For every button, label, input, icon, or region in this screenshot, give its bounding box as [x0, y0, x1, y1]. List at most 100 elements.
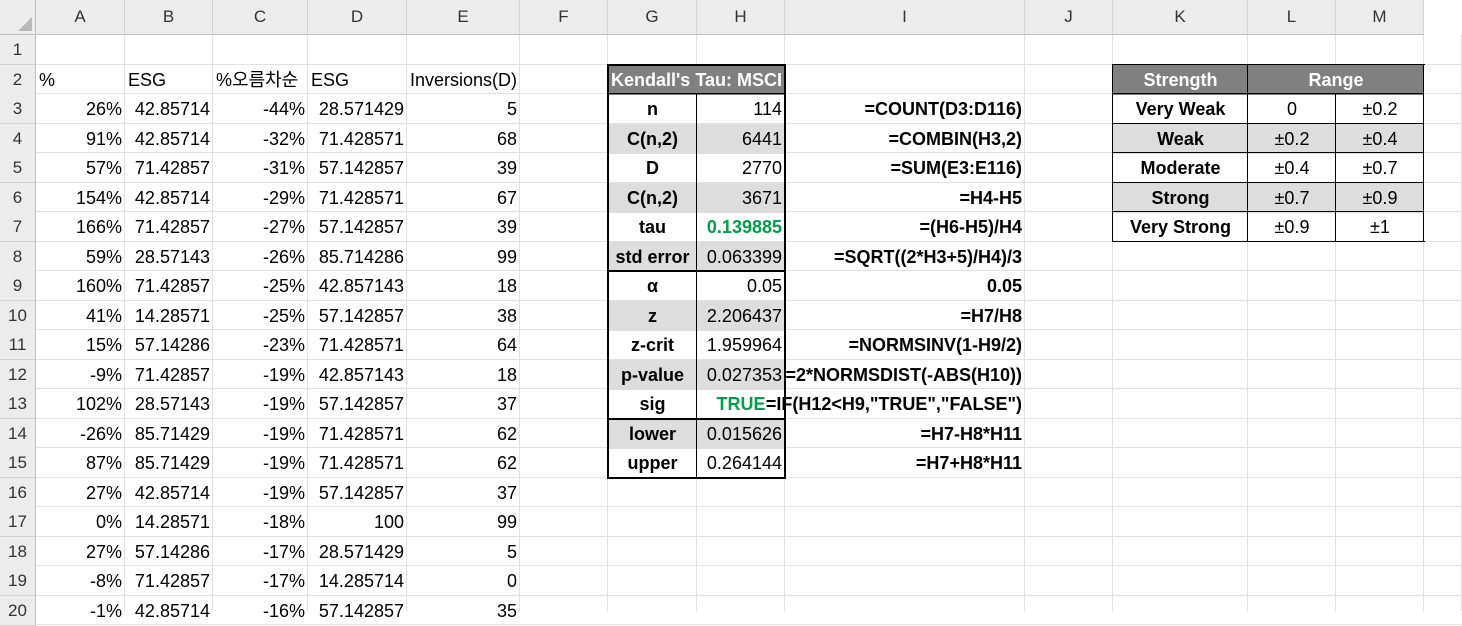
kendall-label[interactable]: std error: [608, 242, 697, 272]
data-cell[interactable]: 99: [407, 507, 520, 537]
column-header-d[interactable]: D: [308, 0, 407, 35]
kendall-label[interactable]: z-crit: [608, 330, 697, 360]
data-cell[interactable]: -17%: [213, 566, 308, 596]
kendall-formula[interactable]: =SQRT((2*H3+5)/H4)/3: [785, 242, 1025, 272]
column-header-m[interactable]: M: [1336, 0, 1424, 35]
data-cell[interactable]: 26%: [36, 94, 125, 124]
data-cell[interactable]: 57%: [36, 153, 125, 183]
row-header-14[interactable]: 14: [0, 419, 36, 449]
data-cell[interactable]: 42.85714: [125, 183, 213, 213]
strength-label[interactable]: Weak: [1113, 124, 1248, 154]
row-header-4[interactable]: 4: [0, 124, 36, 154]
data-cell[interactable]: 57.14286: [125, 537, 213, 567]
cell-b2-header[interactable]: ESG: [125, 65, 213, 95]
range-low[interactable]: ±0.2: [1248, 124, 1336, 154]
data-cell[interactable]: 38: [407, 301, 520, 331]
row-header-20[interactable]: 20: [0, 596, 36, 626]
kendall-formula[interactable]: =(H6-H5)/H4: [785, 212, 1025, 242]
data-cell[interactable]: -26%: [36, 419, 125, 449]
kendall-label[interactable]: D: [608, 153, 697, 183]
column-header-f[interactable]: F: [520, 0, 608, 35]
data-cell[interactable]: 57.142857: [308, 212, 407, 242]
range-high[interactable]: ±0.9: [1336, 183, 1424, 213]
kendall-value[interactable]: 3671: [697, 183, 785, 213]
data-cell[interactable]: 166%: [36, 212, 125, 242]
column-header-i[interactable]: I: [785, 0, 1025, 35]
data-cell[interactable]: 15%: [36, 330, 125, 360]
data-cell[interactable]: 100: [308, 507, 407, 537]
data-cell[interactable]: 57.142857: [308, 596, 407, 626]
data-cell[interactable]: 42.85714: [125, 94, 213, 124]
kendall-label[interactable]: n: [608, 94, 697, 124]
data-cell[interactable]: -9%: [36, 360, 125, 390]
row-header-3[interactable]: 3: [0, 94, 36, 124]
spreadsheet-grid[interactable]: A B C D E F G H I J K L M 1 2 3 4 5 6 7 8 9 10 11 12 13 14 15 16 17 18…: [0, 0, 1462, 626]
data-cell[interactable]: 64: [407, 330, 520, 360]
kendall-formula[interactable]: =H7+H8*H11: [785, 448, 1025, 478]
data-cell[interactable]: 28.571429: [308, 94, 407, 124]
data-cell[interactable]: 154%: [36, 183, 125, 213]
data-cell[interactable]: 14.28571: [125, 507, 213, 537]
column-header-k[interactable]: K: [1113, 0, 1248, 35]
data-cell[interactable]: 27%: [36, 537, 125, 567]
data-cell[interactable]: 71.42857: [125, 271, 213, 301]
data-cell[interactable]: 18: [407, 360, 520, 390]
data-cell[interactable]: 42.85714: [125, 124, 213, 154]
data-cell[interactable]: 39: [407, 153, 520, 183]
kendall-formula[interactable]: =2*NORMSDIST(-ABS(H10)): [785, 360, 1025, 390]
kendall-value[interactable]: 0.015626: [697, 419, 785, 449]
data-cell[interactable]: 57.142857: [308, 301, 407, 331]
row-header-19[interactable]: 19: [0, 566, 36, 596]
cell-e2-header[interactable]: Inversions(D): [407, 65, 520, 95]
kendall-label[interactable]: C(n,2): [608, 183, 697, 213]
data-cell[interactable]: -25%: [213, 271, 308, 301]
data-cell[interactable]: 28.571429: [308, 537, 407, 567]
data-cell[interactable]: 37: [407, 478, 520, 508]
data-cell[interactable]: -19%: [213, 448, 308, 478]
data-cell[interactable]: 85.71429: [125, 448, 213, 478]
data-cell[interactable]: 42.857143: [308, 271, 407, 301]
data-cell[interactable]: -1%: [36, 596, 125, 626]
row-header-9[interactable]: 9: [0, 271, 36, 301]
range-high[interactable]: ±0.2: [1336, 94, 1424, 124]
data-cell[interactable]: 85.714286: [308, 242, 407, 272]
data-cell[interactable]: 57.142857: [308, 478, 407, 508]
kendall-label[interactable]: z: [608, 301, 697, 331]
strength-label[interactable]: Very Strong: [1113, 212, 1248, 242]
data-cell[interactable]: 5: [407, 537, 520, 567]
data-cell[interactable]: 91%: [36, 124, 125, 154]
data-cell[interactable]: 28.57143: [125, 389, 213, 419]
range-high[interactable]: ±0.7: [1336, 153, 1424, 183]
kendall-value[interactable]: 0.264144: [697, 448, 785, 478]
data-cell[interactable]: 99: [407, 242, 520, 272]
data-cell[interactable]: -8%: [36, 566, 125, 596]
data-cell[interactable]: -19%: [213, 478, 308, 508]
column-header-e[interactable]: E: [407, 0, 520, 35]
strength-label[interactable]: Very Weak: [1113, 94, 1248, 124]
column-header-j[interactable]: J: [1025, 0, 1113, 35]
data-cell[interactable]: -27%: [213, 212, 308, 242]
data-cell[interactable]: 71.42857: [125, 153, 213, 183]
kendall-value[interactable]: 2770: [697, 153, 785, 183]
data-cell[interactable]: 71.428571: [308, 183, 407, 213]
data-cell[interactable]: 14.28571: [125, 301, 213, 331]
data-cell[interactable]: 57.142857: [308, 153, 407, 183]
range-high[interactable]: ±1: [1336, 212, 1424, 242]
row-header-11[interactable]: 11: [0, 330, 36, 360]
data-cell[interactable]: 67: [407, 183, 520, 213]
data-cell[interactable]: 71.428571: [308, 330, 407, 360]
range-low[interactable]: 0: [1248, 94, 1336, 124]
kendall-label[interactable]: lower: [608, 419, 697, 449]
column-header-c[interactable]: C: [213, 0, 308, 35]
row-header-10[interactable]: 10: [0, 301, 36, 331]
kendall-value[interactable]: 0.063399: [697, 242, 785, 272]
data-cell[interactable]: 62: [407, 448, 520, 478]
column-header-g[interactable]: G: [608, 0, 697, 35]
data-cell[interactable]: -18%: [213, 507, 308, 537]
kendall-value[interactable]: 114: [697, 94, 785, 124]
data-cell[interactable]: -29%: [213, 183, 308, 213]
data-cell[interactable]: 71.42857: [125, 566, 213, 596]
data-cell[interactable]: 71.428571: [308, 124, 407, 154]
data-cell[interactable]: 14.285714: [308, 566, 407, 596]
cell-d2-header[interactable]: ESG: [308, 65, 407, 95]
